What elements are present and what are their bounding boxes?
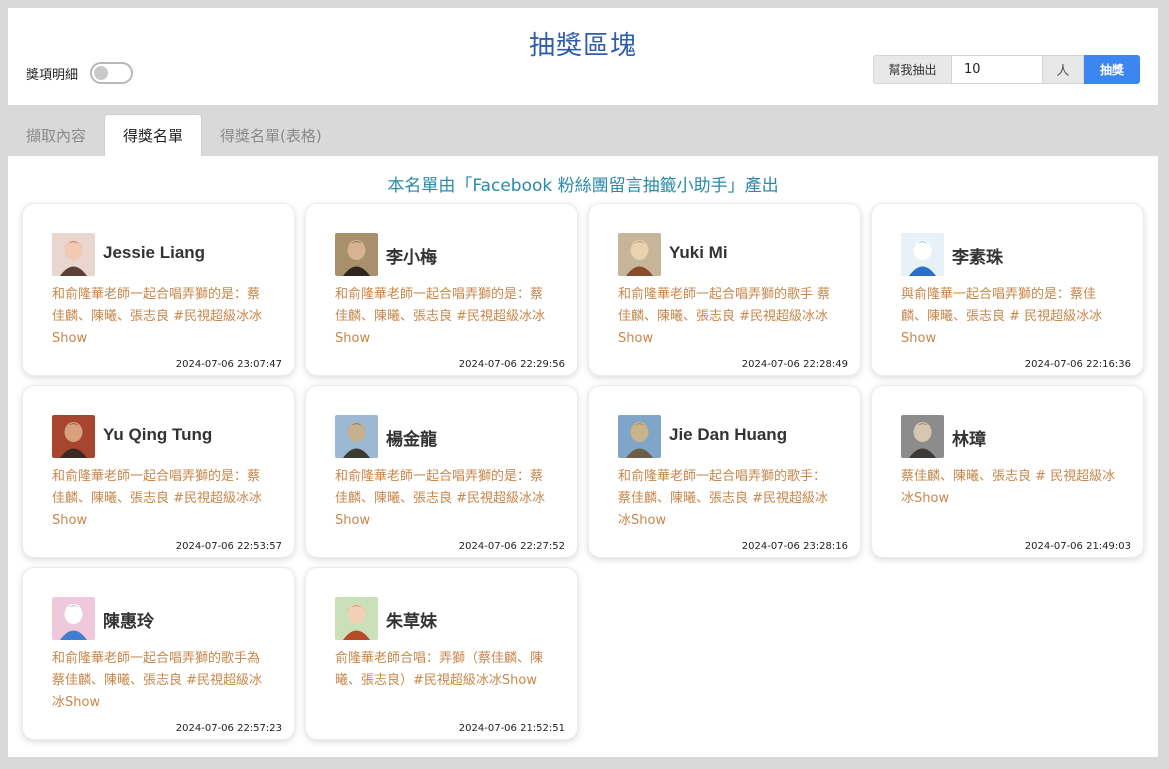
winner-name: 李素珠: [952, 248, 1003, 267]
winner-card: 李小梅和俞隆華老師一起合唱弄獅的是：蔡佳麟、陳曦、張志良 #民視超級冰冰Show…: [305, 203, 578, 376]
avatar-icon: [335, 233, 378, 276]
avatar-icon: [335, 597, 378, 640]
winner-list-panel: 本名單由「Facebook 粉絲團留言抽籤小助手」產出 Jessie Liang…: [8, 156, 1158, 757]
toggle-knob: [94, 66, 109, 80]
comment-timestamp: 2024-07-06 21:49:03: [1024, 541, 1131, 552]
winner-card: Yuki Mi 和俞隆華老師一起合唱弄獅的歌手 蔡佳麟、陳曦、張志良 #民視超級冰…: [588, 203, 861, 376]
winner-card: 陳惠玲和俞隆華老師一起合唱弄獅的歌手為 蔡佳麟、陳曦、張志良 #民視超級冰冰Sh…: [22, 567, 295, 740]
list-source-banner: 本名單由「Facebook 粉絲團留言抽籤小助手」產出: [387, 176, 779, 196]
winner-card: Yu Qing Tung 和俞隆華老師一起合唱弄獅的是：蔡佳麟、陳曦、張志良 #民…: [22, 385, 295, 558]
tab-fetch-content[interactable]: 擷取內容: [8, 114, 104, 156]
comment-timestamp: 2024-07-06 22:28:49: [741, 359, 848, 370]
comment-timestamp: 2024-07-06 22:29:56: [458, 359, 565, 370]
winner-card: Jie Dan Huang 和俞隆華老師一起合唱弄獅的歌手：蔡佳麟、陳曦、張志良 …: [588, 385, 861, 558]
winner-name: 陳惠玲: [103, 612, 154, 631]
prize-detail-toggle-group: 獎項明細: [26, 62, 134, 84]
winner-card: Jessie Liang 和俞隆華老師一起合唱弄獅的是：蔡佳麟、陳曦、張志良 #民…: [22, 203, 295, 376]
winner-name: Jessie Liang: [103, 243, 206, 262]
winner-comment: 和俞隆華老師一起合唱弄獅的是：蔡佳麟、陳曦、張志良 #民視超級冰冰Show: [52, 469, 263, 528]
winner-comment: 和俞隆華老師一起合唱弄獅的是：蔡佳麟、陳曦、張志良 #民視超級冰冰Show: [335, 287, 546, 346]
avatar-icon: [52, 415, 95, 458]
prize-detail-toggle[interactable]: [90, 62, 134, 84]
prize-detail-label: 獎項明細: [26, 67, 79, 83]
tab-winner-list[interactable]: 得獎名單: [104, 114, 203, 156]
winner-name: Jie Dan Huang: [669, 425, 788, 444]
winner-name: 楊金龍: [386, 430, 437, 449]
comment-timestamp: 2024-07-06 22:27:52: [458, 541, 565, 552]
avatar-icon: [52, 233, 95, 276]
winner-comment: 和俞隆華老師一起合唱弄獅的是：蔡佳麟、陳曦、張志良 #民視超級冰冰Show: [335, 469, 546, 528]
avatar-icon: [901, 415, 944, 458]
winner-card: 林璋蔡佳麟、陳曦、張志良 # 民視超級冰冰Show 2024-07-06 21:4…: [871, 385, 1144, 558]
avatar-icon: [618, 233, 661, 276]
winner-name: 林璋: [952, 430, 986, 449]
winner-grid: Jessie Liang 和俞隆華老師一起合唱弄獅的是：蔡佳麟、陳曦、張志良 #民…: [22, 203, 1144, 740]
winner-card: 朱草妹俞隆華老師合唱：弄獅（蔡佳麟、陳曦、張志良）#民視超級冰冰Show 2024…: [305, 567, 578, 740]
winner-comment: 和俞隆華老師一起合唱弄獅的歌手：蔡佳麟、陳曦、張志良 #民視超級冰冰Show: [618, 469, 829, 528]
draw-unit-label: 人: [1042, 55, 1084, 84]
winner-name: 朱草妹: [386, 612, 437, 631]
winner-comment: 和俞隆華老師一起合唱弄獅的歌手為 蔡佳麟、陳曦、張志良 #民視超級冰冰Show: [52, 651, 263, 710]
avatar-icon: [335, 415, 378, 458]
winner-name: Yu Qing Tung: [103, 425, 213, 444]
tab-winner-table[interactable]: 得獎名單(表格): [202, 114, 340, 156]
draw-panel: 抽獎區塊 獎項明細 幫我抽出 人 抽獎: [8, 8, 1158, 105]
winner-name: Yuki Mi: [669, 243, 728, 262]
comment-timestamp: 2024-07-06 23:07:47: [175, 359, 282, 370]
winner-comment: 與俞隆華一起合唱弄獅的是：蔡佳麟、陳曦、張志良 # 民視超級冰冰Show: [901, 287, 1103, 346]
avatar-icon: [901, 233, 944, 276]
draw-controls: 幫我抽出 人 抽獎: [873, 55, 1140, 84]
winner-card: 楊金龍和俞隆華老師一起合唱弄獅的是：蔡佳麟、陳曦、張志良 #民視超級冰冰Show…: [305, 385, 578, 558]
tab-bar: 擷取內容 得獎名單 得獎名單(表格): [8, 114, 340, 156]
winner-card: 李素珠與俞隆華一起合唱弄獅的是：蔡佳麟、陳曦、張志良 # 民視超級冰冰Show 2…: [871, 203, 1144, 376]
winner-comment: 和俞隆華老師一起合唱弄獅的是：蔡佳麟、陳曦、張志良 #民視超級冰冰Show: [52, 287, 263, 346]
comment-timestamp: 2024-07-06 21:52:51: [458, 723, 565, 734]
draw-count-input[interactable]: [952, 55, 1042, 84]
winner-comment: 俞隆華老師合唱：弄獅（蔡佳麟、陳曦、張志良）#民視超級冰冰Show: [335, 651, 544, 688]
comment-timestamp: 2024-07-06 22:57:23: [175, 723, 282, 734]
avatar-icon: [618, 415, 661, 458]
winner-comment: 蔡佳麟、陳曦、張志良 # 民視超級冰冰Show: [901, 469, 1116, 506]
comment-timestamp: 2024-07-06 22:53:57: [175, 541, 282, 552]
winner-name: 李小梅: [386, 248, 437, 267]
comment-timestamp: 2024-07-06 23:28:16: [741, 541, 848, 552]
avatar-icon: [52, 597, 95, 640]
draw-prefix-label: 幫我抽出: [873, 55, 952, 84]
comment-timestamp: 2024-07-06 22:16:36: [1024, 359, 1131, 370]
draw-button[interactable]: 抽獎: [1084, 55, 1140, 84]
winner-comment: 和俞隆華老師一起合唱弄獅的歌手 蔡佳麟、陳曦、張志良 #民視超級冰冰Show: [618, 287, 831, 346]
